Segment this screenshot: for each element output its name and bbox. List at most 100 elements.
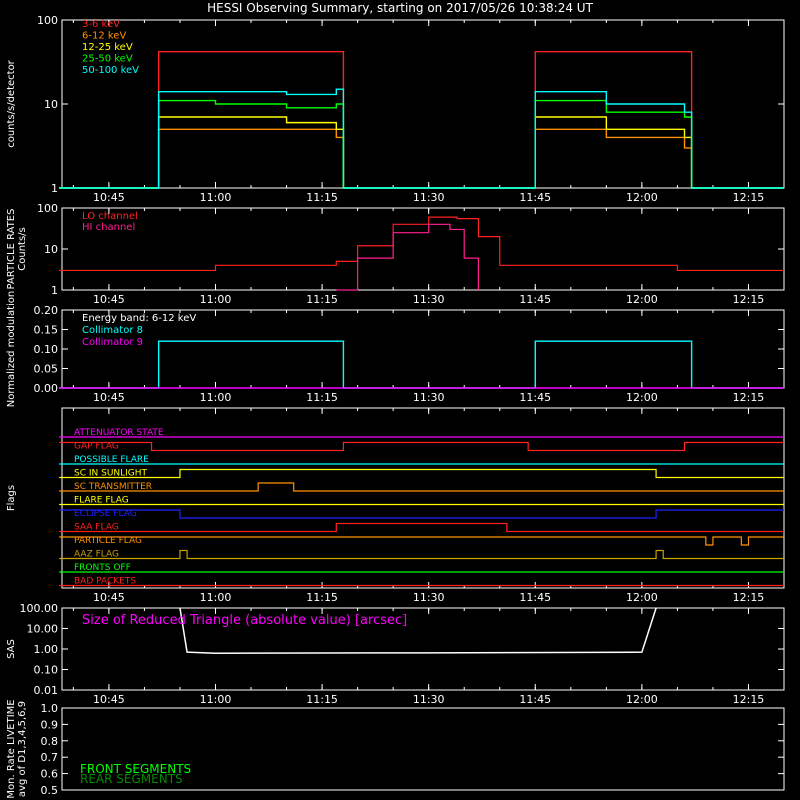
legend-25-50-kev: 25-50 keV <box>82 54 133 65</box>
hessi-summary-figure: HESSI Observing Summary, starting on 201… <box>6 1 785 799</box>
legend-collimator-8: Collimator 8 <box>82 325 143 336</box>
x-tick-label: 11:30 <box>413 591 445 604</box>
flag-particle-flag <box>59 536 784 546</box>
flag-label-eclipse-flag: ECLIPSE FLAG <box>74 509 137 519</box>
modulation-ytick-label: 0.10 <box>34 343 59 356</box>
legend-rear-segments: REAR SEGMENTS <box>80 772 183 786</box>
x-tick-label: 12:00 <box>626 693 658 706</box>
x-tick-label: 12:00 <box>626 191 658 204</box>
modulation-ytick-label: 0.20 <box>34 304 59 317</box>
x-tick-label: 11:00 <box>200 293 232 306</box>
series-3-6-kev <box>59 50 784 189</box>
x-tick-label: 11:45 <box>519 391 551 404</box>
sas-panel-ylabel: SAS <box>6 639 17 659</box>
series-6-12-kev <box>59 128 784 189</box>
modulation-panel-ylabel: Normalized modulation <box>6 291 17 408</box>
x-tick-label: 12:15 <box>733 293 765 306</box>
x-tick-label: 11:00 <box>200 591 232 604</box>
legend-collimator-9: Collimator 9 <box>82 337 143 348</box>
x-tick-label: 11:30 <box>413 191 445 204</box>
series-25-50-kev <box>59 99 784 189</box>
flag-label-aaz-flag: AAZ FLAG <box>74 550 119 560</box>
flag-label-sc-transmitter: SC TRANSMITTER <box>74 482 152 492</box>
flag-label-gap-flag: GAP FLAG <box>74 442 119 452</box>
particle-panel-ylabel: PARTICLE RATES <box>6 209 17 290</box>
legend-12-25-kev: 12-25 keV <box>82 42 133 53</box>
particle-ytick-label: 10 <box>44 243 58 256</box>
modulation-ytick-label: 0.00 <box>34 382 59 395</box>
x-tick-label: 12:00 <box>626 391 658 404</box>
x-tick-label: 11:30 <box>413 293 445 306</box>
count-rate-panel-ylabel: counts/s/detector <box>6 59 17 147</box>
flag-label-attenuator-state: ATTENUATOR STATE <box>74 428 164 438</box>
flag-label-flare-flag: FLARE FLAG <box>74 496 129 506</box>
legend-6-12-kev: 6-12 keV <box>82 31 126 42</box>
flag-label-fronts-off: FRONTS OFF <box>74 563 131 573</box>
flag-label-sc-in-sunlight: SC IN SUNLIGHT <box>74 469 148 479</box>
count-rate-ytick-label: 100 <box>37 14 58 27</box>
legend-50-100-kev: 50-100 keV <box>82 65 139 76</box>
x-tick-label: 11:15 <box>306 591 338 604</box>
livetime-ytick-label: 0.5 <box>41 784 59 797</box>
flags-panel-frame <box>61 407 785 589</box>
sas-ytick-label: 10.00 <box>27 623 59 636</box>
x-tick-label: 10:45 <box>93 693 125 706</box>
x-tick-label: 12:15 <box>733 391 765 404</box>
flag-sc-in-sunlight <box>59 468 784 479</box>
x-tick-label: 12:15 <box>733 191 765 204</box>
modulation-ytick-label: 0.05 <box>34 363 59 376</box>
sas-ytick-label: 0.01 <box>34 684 59 697</box>
livetime-ytick-label: 0.8 <box>41 735 59 748</box>
panels: 10:45 11:00 11:15 11:30 11:45 12:00 12:15 count… <box>6 14 785 799</box>
livetime-ytick-label: 0.9 <box>41 718 59 731</box>
particle-ytick-label: 100 <box>37 202 58 215</box>
particle-panel-ylabel: Counts/s <box>17 227 28 271</box>
particle-ytick-label: 1 <box>51 284 58 297</box>
livetime-panel-ylabel: avg of D1,3,4,5,6,9 <box>17 701 28 797</box>
x-tick-label: 11:45 <box>519 293 551 306</box>
modulation-ytick-label: 0.15 <box>34 324 59 337</box>
flags-panel-ylabel: Flags <box>6 485 17 511</box>
series-lo-channel <box>59 216 784 272</box>
modulation-annotation: Energy band: 6-12 keV <box>82 313 196 324</box>
livetime-ytick-label: 0.7 <box>41 751 59 764</box>
livetime-panel-ylabel: Mon. Rate LIVETIME <box>6 699 17 798</box>
x-tick-label: 11:00 <box>200 693 232 706</box>
sas-annotation: Size of Reduced Triangle (absolute value… <box>82 613 407 628</box>
x-tick-label: 11:45 <box>519 191 551 204</box>
x-tick-label: 11:00 <box>200 191 232 204</box>
sas-ytick-label: 1.00 <box>34 643 59 656</box>
x-tick-label: 12:00 <box>626 293 658 306</box>
x-tick-label: 11:15 <box>306 293 338 306</box>
x-tick-label: 10:45 <box>93 591 125 604</box>
flag-label-saa-flag: SAA FLAG <box>74 523 119 533</box>
flag-saa-flag <box>59 522 784 533</box>
x-tick-label: 10:45 <box>93 391 125 404</box>
x-tick-label: 10:45 <box>93 191 125 204</box>
x-tick-label: 11:30 <box>413 391 445 404</box>
x-tick-label: 11:15 <box>306 391 338 404</box>
flag-sc-transmitter <box>59 482 784 492</box>
series-50-100-kev <box>59 88 784 189</box>
series-collimator-8 <box>59 340 784 389</box>
legend-hi-channel: HI channel <box>82 222 135 233</box>
flag-eclipse-flag <box>59 509 784 519</box>
legend-3-6-kev: 3-6 keV <box>82 19 120 30</box>
count-rate-ytick-label: 10 <box>44 98 58 111</box>
count-rate-ytick-label: 1 <box>51 182 58 195</box>
livetime-ytick-label: 0.6 <box>41 768 59 781</box>
flag-label-particle-flag: PARTICLE FLAG <box>74 536 142 546</box>
figure-title: HESSI Observing Summary, starting on 201… <box>207 1 593 15</box>
x-tick-label: 11:45 <box>519 591 551 604</box>
x-tick-label: 12:15 <box>733 693 765 706</box>
flag-gap-flag <box>59 441 784 452</box>
x-tick-label: 12:00 <box>626 591 658 604</box>
particle-panel-frame <box>61 207 785 291</box>
x-tick-label: 10:45 <box>93 293 125 306</box>
x-tick-label: 11:15 <box>306 693 338 706</box>
x-tick-label: 11:30 <box>413 693 445 706</box>
series-12-25-kev <box>59 116 784 189</box>
x-tick-label: 11:00 <box>200 391 232 404</box>
flag-label-possible-flare: POSSIBLE FLARE <box>74 455 149 465</box>
sas-ytick-label: 100.00 <box>20 602 59 615</box>
